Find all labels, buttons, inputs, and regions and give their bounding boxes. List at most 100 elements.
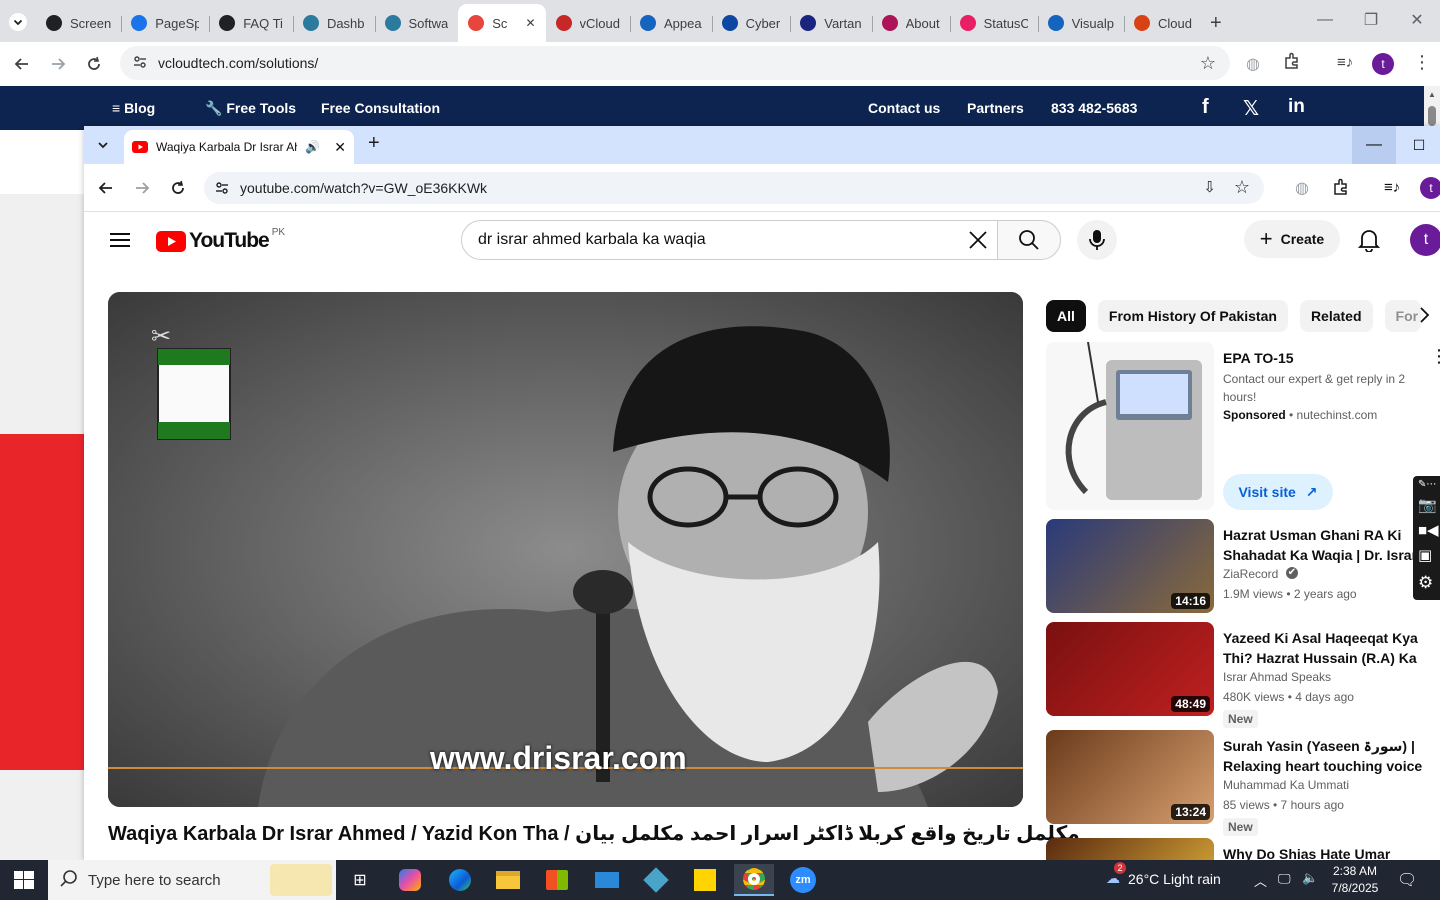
inner-new-tab-button[interactable]: + — [368, 132, 380, 155]
restore-button[interactable]: ❐ — [1348, 0, 1394, 40]
video-thumbnail[interactable]: 13:24 — [1046, 730, 1214, 824]
inner-maximize-button[interactable]: ☐ — [1398, 126, 1440, 164]
chip-all[interactable]: All — [1046, 300, 1086, 332]
bookmark-star-icon[interactable]: ☆ — [1234, 177, 1250, 198]
tab-search-button[interactable] — [0, 2, 36, 42]
chip-from-history[interactable]: From History Of Pakistan — [1097, 300, 1288, 332]
recommended-video[interactable]: 48:49 Yazeed Ki Asal Haqeeqat Kya Thi? Ha… — [1046, 622, 1426, 728]
minimize-button[interactable]: — — [1302, 0, 1348, 40]
microsoft-store-icon[interactable] — [537, 864, 577, 896]
show-hidden-icons-chevron[interactable]: ︿ — [1254, 871, 1267, 890]
pencil-icon[interactable]: ✎⋯ — [1418, 479, 1436, 490]
browser-tab[interactable]: StatusC — [949, 4, 1038, 42]
edge-icon[interactable] — [440, 864, 480, 896]
inner-address-bar[interactable]: youtube.com/watch?v=GW_oE36KKWk ⇩ ☆ — [204, 172, 1264, 204]
inner-forward-button[interactable] — [134, 180, 150, 196]
browser-tab[interactable]: Vartan — [790, 4, 871, 42]
channel-name[interactable]: Israr Ahmad Speaks — [1223, 670, 1331, 684]
browser-tab[interactable]: Screen — [36, 4, 121, 42]
settings-gear-icon[interactable]: ⚙ — [1418, 573, 1433, 593]
search-input[interactable]: dr israr ahmed karbala ka waqia — [461, 220, 998, 260]
browser-tab[interactable]: Visualp — [1037, 4, 1124, 42]
inner-tab-search-button[interactable] — [94, 136, 112, 154]
recommended-video[interactable]: Why Do Shias Hate Umar (RA)? | — [1046, 838, 1426, 860]
browser-tab[interactable]: Dashb — [292, 4, 375, 42]
camera-icon[interactable]: 📷 — [1418, 496, 1437, 514]
extensions-icon[interactable] — [1332, 178, 1350, 196]
close-tab-icon[interactable]: ✕ — [334, 139, 346, 156]
notifications-bell-icon[interactable] — [1358, 228, 1380, 252]
chip-related[interactable]: Related — [1299, 300, 1373, 332]
notification-center-icon[interactable]: 🗨 — [1397, 870, 1417, 890]
linkedin-icon[interactable]: in — [1288, 96, 1305, 118]
clear-search-icon[interactable] — [967, 229, 989, 251]
browser-tab[interactable]: Appea — [629, 4, 712, 42]
task-view-icon[interactable]: ⊞ — [340, 864, 380, 896]
video-title-link[interactable]: Surah Yasin (Yaseen سورۃ) | Relaxing hea… — [1223, 736, 1423, 776]
sponsored-ad[interactable]: EPA TO-15 Contact our expert & get reply… — [1046, 342, 1440, 512]
video-title-link[interactable]: Hazrat Usman Ghani RA Ki Shahadat Ka Waq… — [1223, 525, 1423, 565]
inner-reload-button[interactable] — [170, 180, 186, 196]
ad-thumbnail[interactable] — [1046, 342, 1214, 510]
speaker-icon[interactable]: 🔊 — [305, 140, 320, 154]
window-icon[interactable]: ▣ — [1418, 546, 1432, 564]
nav-blog[interactable]: ≡ Blog — [112, 100, 155, 116]
nav-free-tools[interactable]: 🔧 Free Tools — [205, 100, 296, 117]
menu-kebab-icon[interactable]: ⋮ — [1413, 52, 1431, 73]
inner-back-button[interactable] — [98, 180, 114, 196]
video-title-link[interactable]: Yazeed Ki Asal Haqeeqat Kya Thi? Hazrat … — [1223, 628, 1423, 668]
inner-profile-avatar[interactable]: t — [1420, 177, 1440, 199]
video-thumbnail[interactable]: 14:16 — [1046, 519, 1214, 613]
browser-tab[interactable]: About — [871, 4, 950, 42]
weather-widget[interactable]: ☁ 2 26°C Light rain — [1106, 862, 1221, 887]
voice-search-button[interactable] — [1077, 220, 1117, 260]
video-thumbnail[interactable]: 48:49 — [1046, 622, 1214, 716]
channel-name[interactable]: Muhammad Ka Ummati — [1223, 778, 1349, 792]
volume-icon[interactable]: 🔈 — [1302, 870, 1318, 886]
youtube-logo[interactable]: YouTube PK — [156, 227, 285, 253]
chrome-icon[interactable] — [734, 864, 774, 896]
new-tab-button[interactable]: + — [1202, 4, 1230, 42]
browser-tab[interactable]: vCloud — [546, 4, 630, 42]
nav-partners[interactable]: Partners — [967, 100, 1024, 116]
channel-name[interactable]: ZiaRecord — [1223, 567, 1278, 581]
youtube-avatar[interactable]: t — [1410, 224, 1440, 256]
start-button[interactable] — [14, 871, 34, 889]
recommended-video[interactable]: 13:24 Surah Yasin (Yaseen سورۃ) | Relaxin… — [1046, 730, 1426, 836]
video-thumbnail[interactable] — [1046, 838, 1214, 860]
ad-title[interactable]: EPA TO-15 — [1223, 348, 1423, 368]
extensions-icon[interactable] — [1283, 52, 1301, 70]
bookmark-star-icon[interactable]: ☆ — [1200, 53, 1216, 74]
browser-tab[interactable]: PageSp — [121, 4, 209, 42]
translate-icon[interactable]: ◍ — [1295, 178, 1309, 198]
browser-tab[interactable]: Softwa — [374, 4, 459, 42]
browser-tab[interactable]: FAQ Ti — [209, 4, 293, 42]
taskbar-search-box[interactable]: Type here to search — [48, 860, 336, 900]
sticky-notes-icon[interactable] — [685, 864, 725, 896]
visit-site-button[interactable]: Visit site ↗ — [1223, 474, 1333, 510]
create-button[interactable]: + Create — [1244, 220, 1340, 258]
chip-for[interactable]: For — [1384, 300, 1421, 332]
nav-phone[interactable]: 833 482-5683 — [1051, 100, 1137, 116]
inner-minimize-button[interactable]: — — [1352, 126, 1396, 164]
taskbar-clock[interactable]: 2:38 AM 7/8/2025 — [1325, 863, 1385, 897]
ad-more-options-icon[interactable]: ⋮ — [1430, 346, 1440, 367]
close-window-button[interactable]: ✕ — [1394, 0, 1440, 40]
hamburger-menu-icon[interactable] — [110, 232, 130, 248]
youtube-tab[interactable]: Waqiya Karbala Dr Israr Ah 🔊 ✕ — [124, 130, 354, 164]
translate-icon[interactable]: ◍ — [1246, 54, 1260, 74]
chevron-right-icon[interactable] — [1418, 306, 1430, 324]
profile-avatar[interactable]: t — [1372, 53, 1394, 75]
video-title-link[interactable]: Why Do Shias Hate Umar (RA)? | — [1223, 844, 1423, 860]
address-bar[interactable]: vcloudtech.com/solutions/ ☆ — [120, 46, 1230, 80]
copilot-icon[interactable] — [390, 864, 430, 896]
close-tab-icon[interactable]: ✕ — [525, 16, 535, 30]
file-explorer-icon[interactable] — [488, 864, 528, 896]
browser-tab[interactable]: Sc ✕ — [458, 4, 546, 42]
media-control-icon[interactable]: ≡♪ — [1384, 179, 1400, 196]
video-player[interactable]: ✂ www.drisrar.com — [108, 292, 1023, 807]
search-button[interactable] — [997, 220, 1061, 260]
nav-contact[interactable]: Contact us — [868, 100, 940, 116]
back-button[interactable] — [4, 46, 40, 82]
recommended-video[interactable]: 14:16 Hazrat Usman Ghani RA Ki Shahadat K… — [1046, 519, 1426, 619]
